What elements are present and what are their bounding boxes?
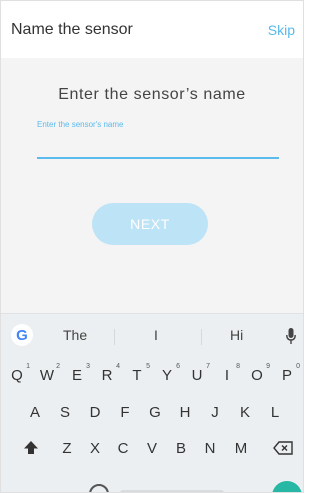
key-label: I (224, 366, 230, 384)
sensor-name-form: Enter the sensor’s name Enter the sensor… (1, 58, 303, 313)
key-v[interactable]: V (138, 435, 166, 461)
key-label: O (251, 366, 263, 384)
key-b[interactable]: B (167, 435, 195, 461)
key-label: W (39, 366, 55, 384)
key-label: P (281, 366, 292, 384)
key-h[interactable]: H (171, 399, 199, 425)
key-number-hint: 0 (296, 363, 300, 370)
key-l[interactable]: L (261, 399, 289, 425)
key-i[interactable]: I8 (213, 362, 241, 388)
key-number-hint: 8 (236, 363, 240, 370)
key-number-hint: 5 (146, 363, 150, 370)
key-j[interactable]: J (201, 399, 229, 425)
keyboard-bottom-row (1, 477, 303, 492)
page-title: Name the sensor (11, 20, 133, 38)
key-label: T (132, 366, 142, 384)
suggestion-bar: G The I Hi (1, 322, 303, 350)
key-k[interactable]: K (231, 399, 259, 425)
suggestion-item[interactable]: Hi (230, 327, 243, 343)
phone-screen: Name the sensor Skip Enter the sensor’s … (0, 0, 304, 493)
key-number-hint: 6 (176, 363, 180, 370)
key-e[interactable]: E3 (63, 362, 91, 388)
key-a[interactable]: A (21, 399, 49, 425)
key-label: Y (161, 366, 172, 384)
key-label: E (71, 366, 82, 384)
form-heading: Enter the sensor’s name (58, 86, 246, 103)
emoji-key-icon[interactable] (89, 484, 109, 492)
key-x[interactable]: X (81, 435, 109, 461)
sensor-name-label: Enter the sensor's name (37, 120, 124, 129)
key-m[interactable]: M (227, 435, 255, 461)
google-icon[interactable]: G (11, 324, 33, 346)
sensor-name-field: Enter the sensor's name (37, 120, 279, 159)
enter-key[interactable] (272, 481, 302, 492)
microphone-icon[interactable] (286, 328, 296, 344)
suggestion-divider (114, 329, 115, 345)
key-q[interactable]: Q1 (3, 362, 31, 388)
key-n[interactable]: N (196, 435, 224, 461)
soft-keyboard: G The I Hi Q1 W2 E3 R4 T5 Y6 U7 I8 O9 P0 (1, 313, 303, 492)
key-number-hint: 1 (26, 363, 30, 370)
key-y[interactable]: Y6 (153, 362, 181, 388)
suggestion-item[interactable]: I (154, 327, 158, 343)
key-number-hint: 4 (116, 363, 120, 370)
app-bar: Name the sensor Skip (1, 1, 303, 58)
key-f[interactable]: F (111, 399, 139, 425)
key-u[interactable]: U7 (183, 362, 211, 388)
key-number-hint: 7 (206, 363, 210, 370)
key-t[interactable]: T5 (123, 362, 151, 388)
key-z[interactable]: Z (53, 435, 81, 461)
key-c[interactable]: C (109, 435, 137, 461)
skip-button[interactable]: Skip (268, 22, 295, 38)
key-d[interactable]: D (81, 399, 109, 425)
key-o[interactable]: O9 (243, 362, 271, 388)
key-number-hint: 9 (266, 363, 270, 370)
suggestion-divider (201, 329, 202, 345)
input-underline (37, 157, 279, 159)
backspace-icon[interactable] (273, 441, 293, 455)
key-s[interactable]: S (51, 399, 79, 425)
key-number-hint: 2 (56, 363, 60, 370)
key-w[interactable]: W2 (33, 362, 61, 388)
suggestion-item[interactable]: The (63, 327, 87, 343)
next-button[interactable]: NEXT (92, 203, 208, 245)
key-label: R (101, 366, 113, 384)
key-p[interactable]: P0 (273, 362, 301, 388)
key-g[interactable]: G (141, 399, 169, 425)
key-label: U (191, 366, 203, 384)
key-r[interactable]: R4 (93, 362, 121, 388)
shift-icon[interactable] (23, 440, 39, 456)
key-label: Q (11, 366, 23, 384)
key-number-hint: 3 (86, 363, 90, 370)
sensor-name-input[interactable] (37, 134, 279, 156)
